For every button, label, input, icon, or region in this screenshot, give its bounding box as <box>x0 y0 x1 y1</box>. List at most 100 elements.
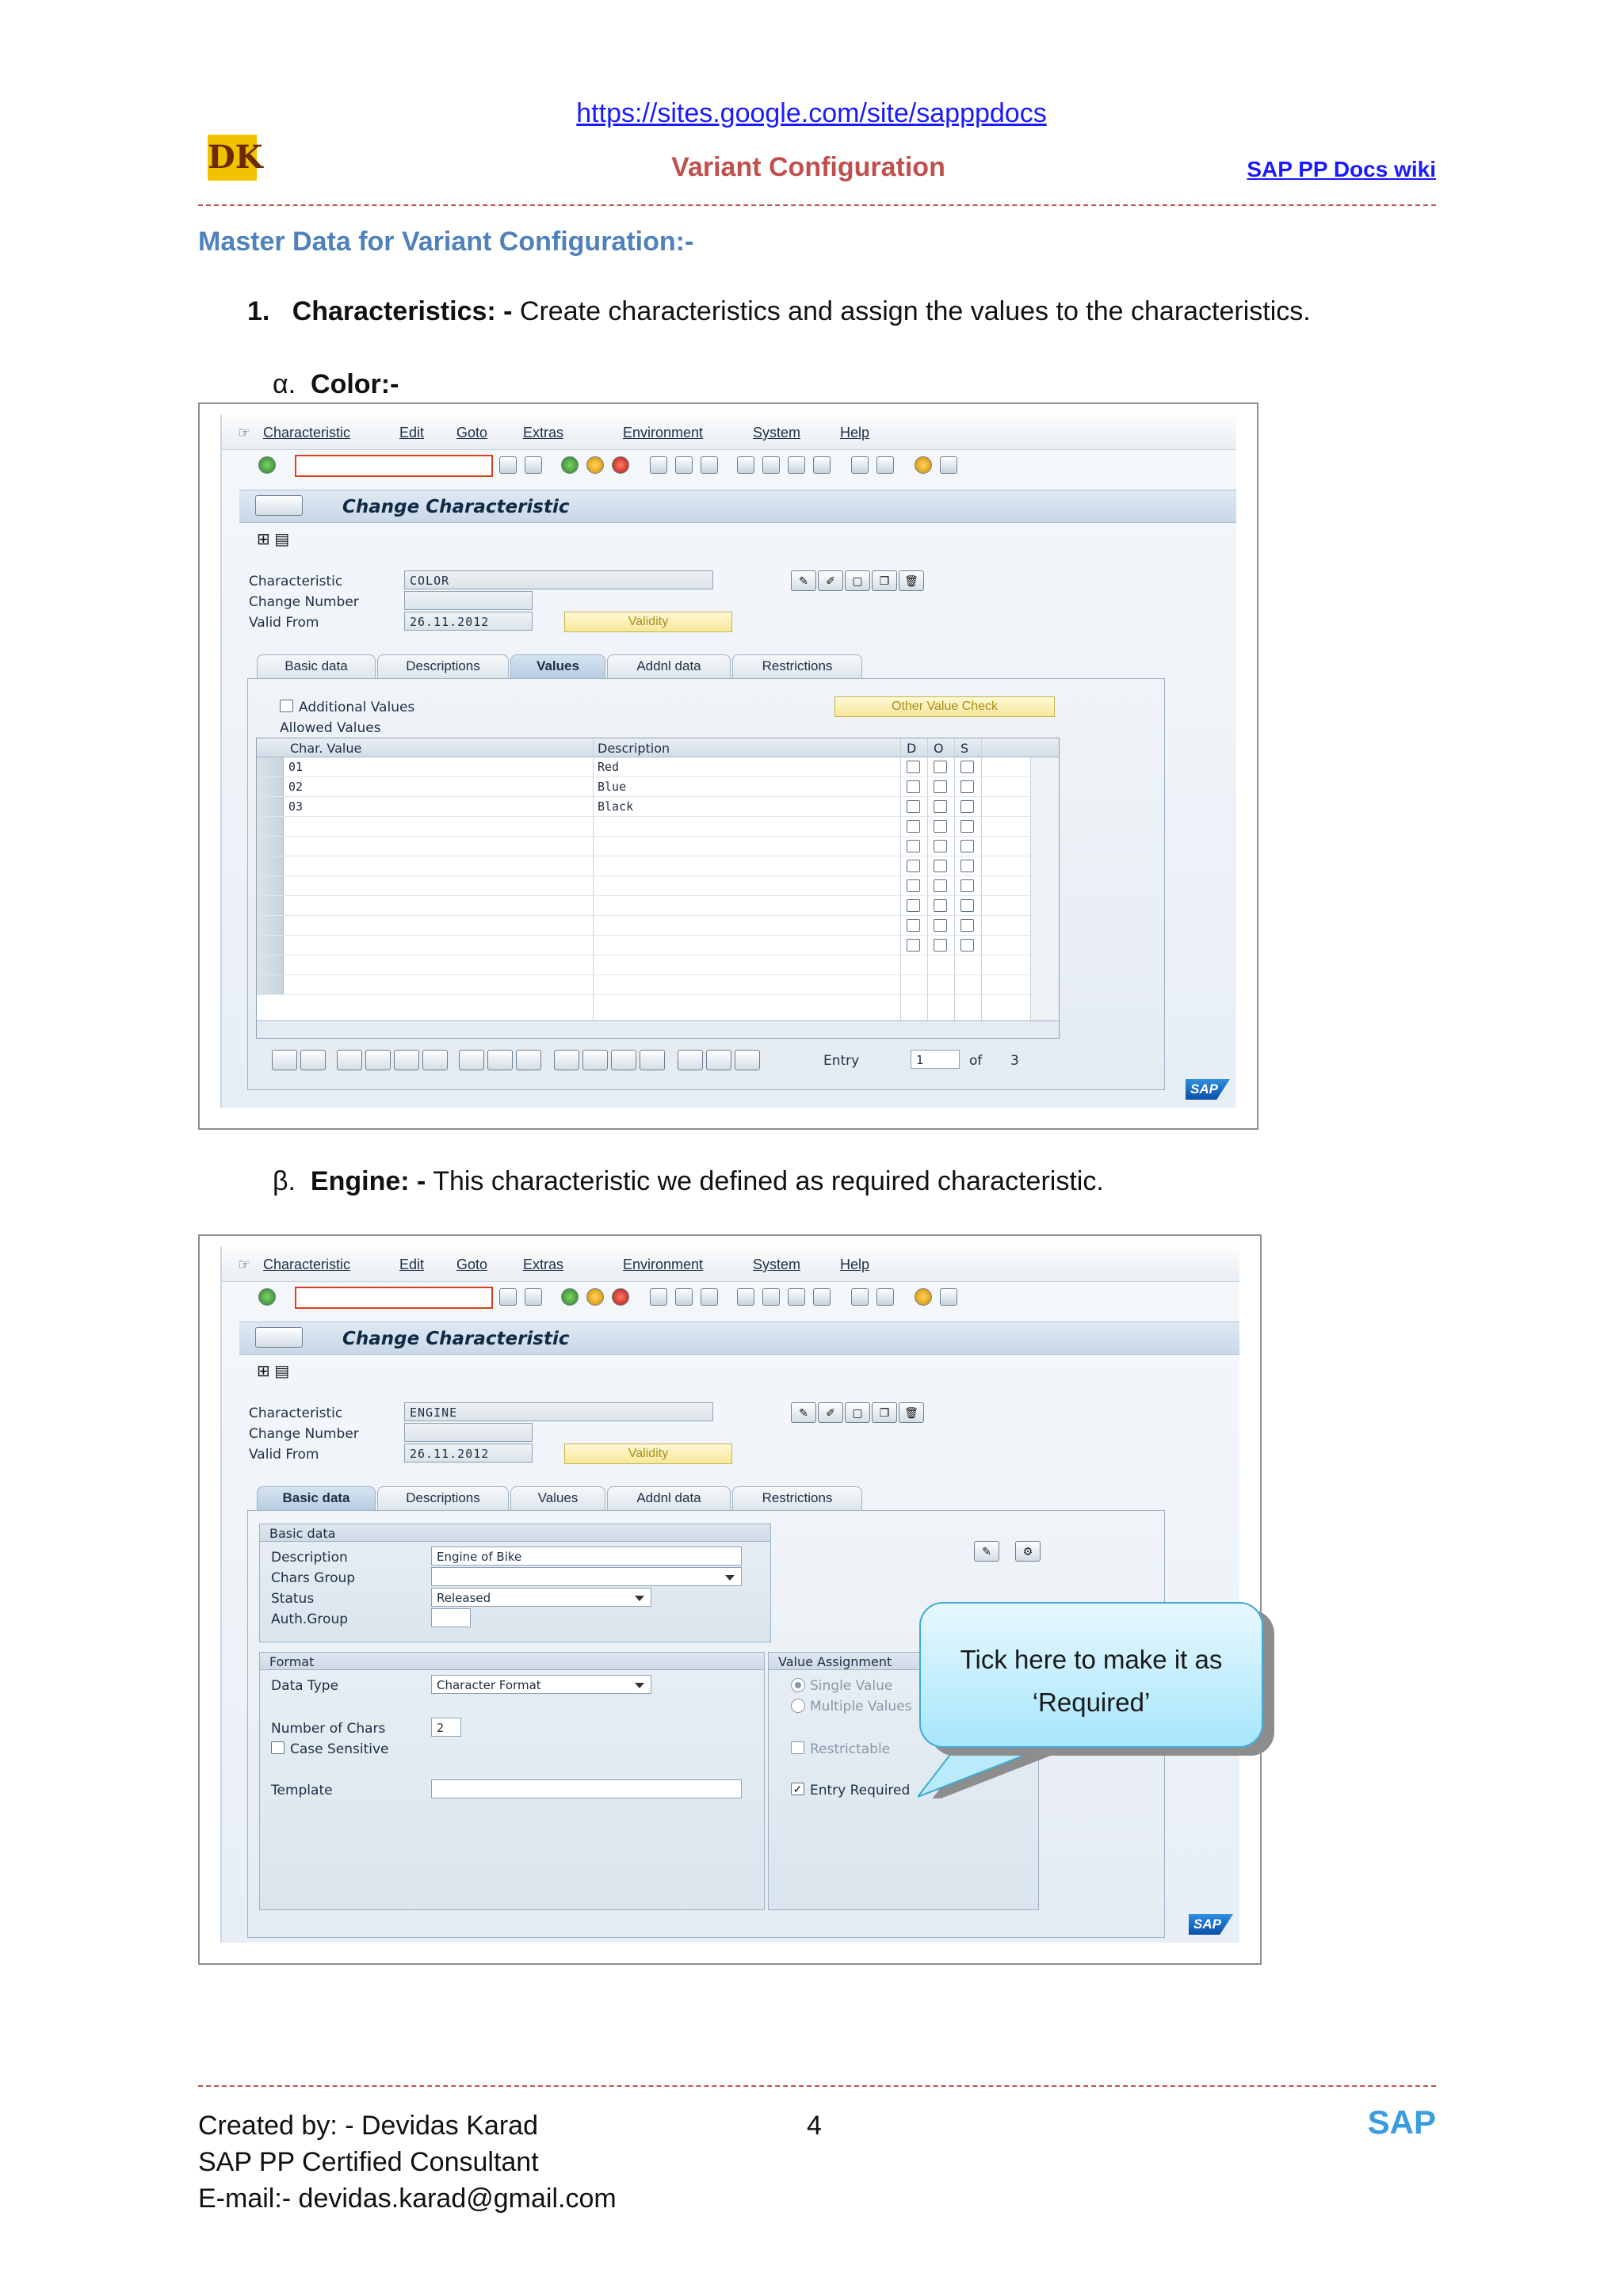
copy-icon[interactable]: ❐ <box>872 1402 897 1423</box>
case-sensitive-checkbox[interactable] <box>271 1741 285 1754</box>
other-checkbox[interactable] <box>934 899 947 912</box>
row-selector[interactable] <box>257 817 284 836</box>
status-dropdown[interactable]: Released <box>431 1588 651 1607</box>
shortcut-icon[interactable] <box>876 1288 894 1306</box>
create-icon[interactable]: ▢ <box>845 1402 870 1423</box>
classification-icon[interactable]: ✎ <box>791 570 816 591</box>
exit-icon[interactable] <box>586 1288 604 1306</box>
sort-desc-icon[interactable] <box>487 1050 513 1070</box>
default-checkbox[interactable] <box>907 800 920 813</box>
first-page-icon[interactable] <box>737 1288 754 1306</box>
menu-extras[interactable]: Extras <box>523 425 563 441</box>
cancel-icon[interactable] <box>612 1288 629 1306</box>
change-number-field[interactable] <box>404 591 533 610</box>
classes-icon[interactable]: ✎ <box>974 1541 999 1562</box>
display-change-icon[interactable] <box>255 495 303 516</box>
sort-checkbox[interactable] <box>960 899 974 912</box>
other-checkbox[interactable] <box>934 761 947 773</box>
back-arrow-icon[interactable] <box>499 1288 517 1306</box>
select-all-icon[interactable] <box>272 1050 297 1070</box>
menu-characteristic[interactable]: Characteristic <box>263 1257 350 1273</box>
sort-checkbox[interactable] <box>960 860 974 872</box>
additional-values-checkbox[interactable] <box>280 700 293 712</box>
find-next-icon[interactable] <box>701 456 718 474</box>
save-icon[interactable] <box>525 456 542 474</box>
back-icon[interactable] <box>561 1288 579 1306</box>
edit-icon[interactable] <box>611 1050 636 1070</box>
back-arrow-icon[interactable] <box>499 456 517 474</box>
classification-icon[interactable]: ✎ <box>791 1402 816 1423</box>
command-field[interactable] <box>295 455 493 477</box>
tab-basic-data[interactable]: Basic data <box>257 1486 376 1510</box>
row-selector[interactable] <box>257 916 284 935</box>
vertical-scrollbar[interactable] <box>1030 757 1059 1020</box>
find-icon[interactable] <box>554 1050 579 1070</box>
tab-values[interactable]: Values <box>510 1486 605 1510</box>
row-selector[interactable] <box>257 955 284 974</box>
hierarchy-icon[interactable]: ⊞ <box>257 531 270 548</box>
menu-help[interactable]: Help <box>840 1257 869 1273</box>
tab-addnl-data[interactable]: Addnl data <box>607 1486 731 1510</box>
table-row[interactable]: 03 Black <box>257 797 1059 817</box>
auth-group-field[interactable] <box>431 1608 471 1627</box>
row-selector[interactable] <box>257 837 284 856</box>
char-value-cell[interactable]: 01 <box>288 760 303 774</box>
tab-basic-data[interactable]: Basic data <box>257 654 376 678</box>
default-checkbox[interactable] <box>907 879 920 892</box>
other-checkbox[interactable] <box>934 780 947 793</box>
wiki-link[interactable]: SAP PP Docs wiki <box>1247 157 1436 182</box>
default-checkbox[interactable] <box>907 939 920 952</box>
menu-icon[interactable]: ☞ <box>238 425 250 441</box>
filter-icon[interactable] <box>516 1050 541 1070</box>
number-of-chars-field[interactable]: 2 <box>431 1718 461 1737</box>
site-url-link[interactable]: https://sites.google.com/site/sapppdocs <box>0 98 1623 129</box>
restrictable-checkbox[interactable] <box>791 1741 804 1754</box>
default-checkbox[interactable] <box>907 820 920 833</box>
table-row[interactable] <box>257 856 1059 876</box>
default-checkbox[interactable] <box>907 840 920 852</box>
exit-icon[interactable] <box>586 456 604 474</box>
tab-restrictions[interactable]: Restrictions <box>732 654 862 678</box>
menu-extras[interactable]: Extras <box>523 1257 563 1273</box>
row-selector[interactable] <box>257 777 284 796</box>
print-list-icon[interactable]: ▤ <box>274 1363 289 1380</box>
menu-environment[interactable]: Environment <box>623 1257 703 1273</box>
menu-edit[interactable]: Edit <box>399 425 424 441</box>
menu-help[interactable]: Help <box>840 425 869 441</box>
table-row[interactable] <box>257 837 1059 856</box>
menu-goto[interactable]: Goto <box>456 1257 487 1273</box>
description-cell[interactable]: Blue <box>598 780 626 794</box>
tab-addnl-data[interactable]: Addnl data <box>607 654 731 678</box>
char-value-cell[interactable]: 03 <box>288 799 303 814</box>
other-checkbox[interactable] <box>934 879 947 892</box>
tab-descriptions[interactable]: Descriptions <box>377 654 509 678</box>
edit-icon[interactable]: ✐ <box>818 570 843 591</box>
find-icon[interactable] <box>675 456 693 474</box>
layout-icon[interactable] <box>940 456 957 474</box>
default-checkbox[interactable] <box>907 761 920 773</box>
next-page-icon[interactable] <box>788 1288 805 1306</box>
sort-asc-icon[interactable] <box>459 1050 484 1070</box>
menu-edit[interactable]: Edit <box>399 1257 424 1273</box>
find-icon[interactable] <box>675 1288 693 1306</box>
description-cell[interactable]: Red <box>598 760 619 774</box>
prev-page-icon[interactable] <box>762 1288 780 1306</box>
copy-icon[interactable]: ❐ <box>872 570 897 591</box>
description-cell[interactable]: Black <box>598 799 633 814</box>
next-page-icon[interactable] <box>788 456 805 474</box>
help-icon[interactable] <box>915 456 932 474</box>
last-page-icon[interactable] <box>813 1288 831 1306</box>
new-session-icon[interactable] <box>851 456 869 474</box>
description-field[interactable]: Engine of Bike <box>431 1547 742 1566</box>
where-used-icon[interactable]: ⚙ <box>1015 1541 1041 1562</box>
layout-icon[interactable] <box>706 1050 731 1070</box>
other-checkbox[interactable] <box>934 800 947 813</box>
chars-group-dropdown[interactable] <box>431 1567 742 1586</box>
valid-from-field[interactable]: 26.11.2012 <box>404 1444 533 1463</box>
deselect-all-icon[interactable] <box>300 1050 326 1070</box>
shortcut-icon[interactable] <box>876 456 894 474</box>
tab-descriptions[interactable]: Descriptions <box>377 1486 509 1510</box>
delete-icon[interactable]: 🗑 <box>899 570 924 591</box>
menu-environment[interactable]: Environment <box>623 425 703 441</box>
row-selector[interactable] <box>257 797 284 816</box>
